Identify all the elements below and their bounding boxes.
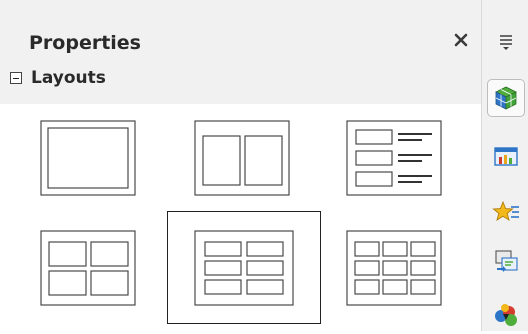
layout-four-content-thumbnail <box>40 230 136 306</box>
close-icon <box>454 33 468 47</box>
layouts-grid <box>0 104 481 331</box>
gallery-icon <box>495 304 517 326</box>
master-slides-icon <box>494 147 518 166</box>
collapse-icon[interactable] <box>10 72 22 84</box>
deck-menu-icon <box>500 35 512 50</box>
layouts-section-header[interactable]: Layouts <box>10 64 106 92</box>
layout-nine-content[interactable] <box>344 226 444 310</box>
layout-nine-content-thumbnail <box>346 230 442 306</box>
layout-content-with-text-thumbnail <box>346 120 442 196</box>
layout-two-content-thumbnail <box>194 120 290 196</box>
layout-content-with-text[interactable] <box>344 116 444 200</box>
deck-animation-button[interactable] <box>487 194 525 232</box>
layout-six-content[interactable] <box>167 211 321 324</box>
deck-master-slides-button[interactable] <box>487 138 525 176</box>
properties-panel: Properties Layouts <box>0 0 481 331</box>
layout-two-content[interactable] <box>192 116 292 200</box>
sidebar-menu-button[interactable] <box>494 30 518 52</box>
layout-six-content-thumbnail <box>194 230 294 306</box>
deck-properties-button[interactable] <box>487 79 525 117</box>
section-title: Layouts <box>31 68 106 88</box>
panel-title-bar: Properties <box>0 1 481 62</box>
layout-blank-thumbnail <box>40 120 136 196</box>
slide-transition-icon <box>495 250 518 272</box>
sidebar-tab-bar <box>481 0 528 331</box>
panel-title: Properties <box>29 32 141 54</box>
animation-star-icon <box>492 200 519 221</box>
layout-blank[interactable] <box>38 116 138 200</box>
layout-four-content[interactable] <box>38 226 138 310</box>
properties-cube-icon <box>495 86 517 110</box>
deck-slide-transition-button[interactable] <box>487 242 525 280</box>
deck-gallery-button[interactable] <box>487 296 525 334</box>
close-button[interactable] <box>450 29 472 51</box>
